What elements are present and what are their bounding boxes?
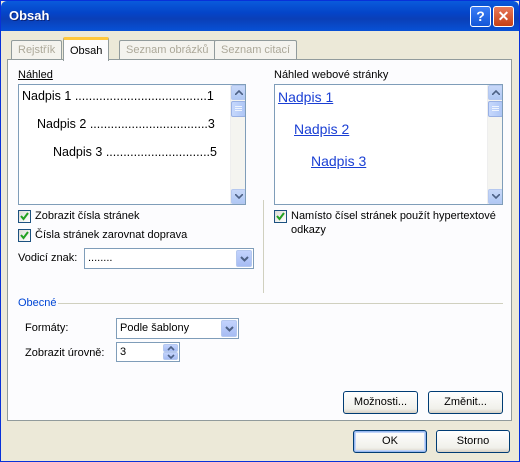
help-button[interactable]: ? xyxy=(470,6,491,27)
scroll-down-button[interactable] xyxy=(231,189,245,204)
web-toc-link-2[interactable]: Nadpis 2 xyxy=(294,121,349,137)
chevron-up-icon xyxy=(235,90,243,95)
scroll-thumb[interactable] xyxy=(488,101,502,117)
chevron-down-icon xyxy=(225,326,234,332)
toc-entry-1: Nadpis 1 ...............................… xyxy=(22,89,214,103)
tab-index[interactable]: Rejstřík xyxy=(11,40,63,60)
print-preview-box[interactable]: Nadpis 1 ...............................… xyxy=(18,84,246,205)
tab-leader-value: ........ xyxy=(88,252,113,264)
toc-dialog: Obsah ? ✕ Rejstřík Obsah Seznam obrázků … xyxy=(0,0,520,462)
close-icon: ✕ xyxy=(497,8,510,24)
tab-leader-label: Vodicí znak: xyxy=(18,252,78,264)
web-toc-link-1[interactable]: Nadpis 1 xyxy=(278,89,333,105)
tab-label: Seznam obrázků xyxy=(126,44,209,56)
show-levels-label: Zobrazit úrovně: xyxy=(25,347,105,359)
print-preview-label: Náhled xyxy=(18,69,53,81)
checkmark-icon xyxy=(20,212,29,221)
tab-panel: Náhled Nadpis 1 ........................… xyxy=(7,59,512,421)
window-title: Obsah xyxy=(9,8,50,23)
tab-leader-select[interactable]: ........ xyxy=(84,248,254,269)
group-divider xyxy=(58,303,503,304)
web-toc-link-3[interactable]: Nadpis 3 xyxy=(311,153,366,169)
ok-button[interactable]: OK xyxy=(353,430,427,453)
chevron-down-icon xyxy=(492,194,500,199)
dropdown-button[interactable] xyxy=(236,250,252,267)
web-preview-box[interactable]: Nadpis 1 Nadpis 2 Nadpis 3 xyxy=(274,84,503,205)
options-button[interactable]: Možnosti... xyxy=(343,391,418,414)
formats-label: Formáty: xyxy=(25,322,69,334)
modify-button[interactable]: Změnit... xyxy=(428,391,503,414)
print-preview-scrollbar[interactable] xyxy=(230,85,245,204)
web-preview-scrollbar[interactable] xyxy=(487,85,502,204)
show-levels-value: 3 xyxy=(120,346,127,358)
chevron-down-icon xyxy=(167,354,175,359)
checkmark-icon xyxy=(276,212,285,221)
right-align-label[interactable]: Čísla stránek zarovnat doprava xyxy=(35,229,187,241)
tab-table-of-contents[interactable]: Obsah xyxy=(63,37,110,61)
tab-table-of-authorities[interactable]: Seznam citací xyxy=(214,40,298,60)
checkmark-icon xyxy=(20,231,29,240)
chevron-up-icon xyxy=(492,90,500,95)
general-group-title: Obecné xyxy=(18,297,57,309)
show-page-numbers-checkbox[interactable] xyxy=(18,210,31,223)
decrement-button[interactable] xyxy=(163,352,178,360)
title-bar[interactable]: Obsah ? ✕ xyxy=(1,1,519,31)
right-align-checkbox[interactable] xyxy=(18,229,31,242)
scroll-down-button[interactable] xyxy=(488,189,502,204)
tab-label: Rejstřík xyxy=(18,44,56,56)
use-hyperlinks-label-line2[interactable]: odkazy xyxy=(291,224,326,236)
toc-entry-3: Nadpis 3 ..............................5 xyxy=(53,145,217,159)
cancel-button[interactable]: Storno xyxy=(436,430,510,453)
dropdown-button[interactable] xyxy=(221,320,237,337)
scroll-thumb[interactable] xyxy=(231,101,245,117)
tab-label: Seznam citací xyxy=(221,44,291,56)
column-divider xyxy=(263,200,264,293)
tab-label: Obsah xyxy=(70,45,103,57)
scroll-up-button[interactable] xyxy=(231,85,245,100)
chevron-down-icon xyxy=(240,256,249,262)
close-button[interactable]: ✕ xyxy=(493,6,514,27)
toc-entry-2: Nadpis 2 ...............................… xyxy=(37,117,215,131)
tab-table-of-figures[interactable]: Seznam obrázků xyxy=(119,40,216,60)
help-icon: ? xyxy=(476,8,485,24)
use-hyperlinks-checkbox[interactable] xyxy=(274,210,287,223)
chevron-up-icon xyxy=(167,346,175,351)
formats-value: Podle šablony xyxy=(120,322,190,334)
show-page-numbers-label[interactable]: Zobrazit čísla stránek xyxy=(35,210,140,222)
increment-button[interactable] xyxy=(163,344,178,352)
use-hyperlinks-label[interactable]: Namísto čísel stránek použít hypertextov… xyxy=(291,210,496,222)
show-levels-stepper[interactable]: 3 xyxy=(116,342,180,362)
web-preview-label: Náhled webové stránky xyxy=(274,69,389,81)
scroll-up-button[interactable] xyxy=(488,85,502,100)
formats-select[interactable]: Podle šablony xyxy=(116,318,239,339)
chevron-down-icon xyxy=(235,194,243,199)
